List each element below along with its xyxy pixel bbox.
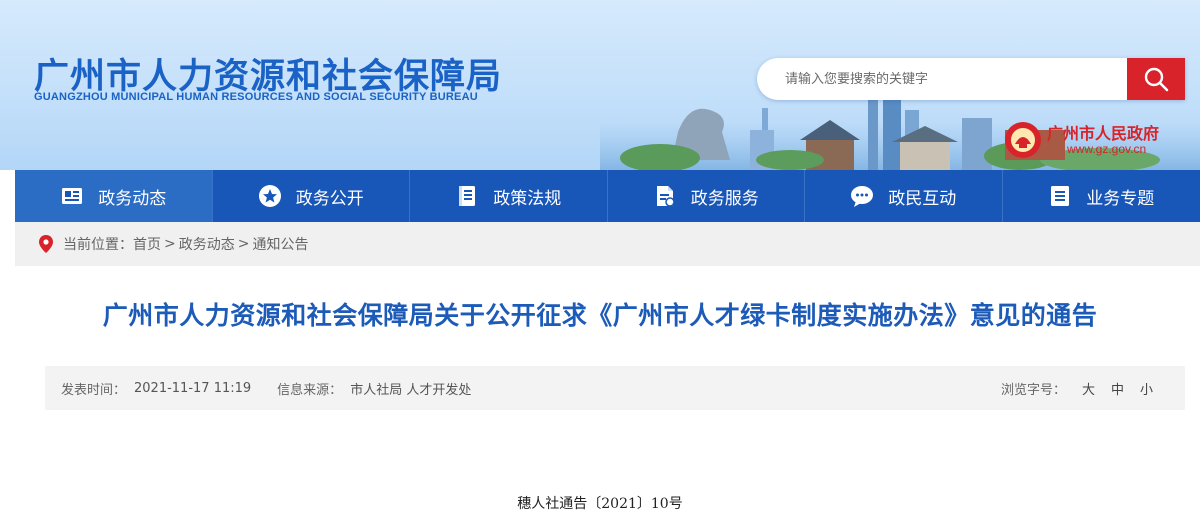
search-box [757, 58, 1185, 100]
article-meta: 发表时间： 2021-11-17 11:19 信息来源： 市人社局 人才开发处 … [45, 366, 1185, 410]
nav-item-interaction[interactable]: 政民互动 [805, 170, 1003, 222]
breadcrumb-separator: > [237, 236, 250, 252]
nav-item-news[interactable]: 政务动态 [15, 170, 213, 222]
nav-item-services[interactable]: 政务服务 [608, 170, 805, 222]
breadcrumb-separator: > [164, 236, 176, 252]
breadcrumb-prefix: 当前位置： [63, 237, 133, 253]
location-pin-icon [39, 235, 53, 253]
nav-label: 政务服务 [690, 188, 759, 209]
breadcrumb-notices[interactable]: 通知公告 [252, 234, 308, 254]
government-emblem-icon [1005, 122, 1041, 158]
search-icon [1144, 67, 1169, 92]
news-icon [62, 188, 83, 204]
nav-label: 政务公开 [295, 188, 364, 209]
gov-url: www.gz.gov.cn [1067, 142, 1147, 156]
font-size-label: 浏览字号： [1000, 382, 1066, 398]
font-size-medium-button[interactable]: 中 [1111, 379, 1124, 398]
nav-label: 政务动态 [98, 188, 167, 209]
star-circle-icon [258, 185, 281, 207]
nav-label: 业务专题 [1086, 188, 1155, 209]
breadcrumb-news[interactable]: 政务动态 [179, 234, 235, 254]
gov-name: 广州市人民政府 [1047, 124, 1160, 143]
document-number: 穗人社通告〔2021〕10号 [517, 496, 683, 512]
document-icon [656, 186, 675, 207]
font-size-control: 浏览字号： 大 中 小 [1001, 366, 1153, 410]
publish-time: 2021-11-17 11:19 [134, 380, 252, 396]
nav-item-disclosure[interactable]: 政务公开 [213, 170, 410, 222]
book-icon [459, 186, 476, 206]
font-size-small-button[interactable]: 小 [1140, 379, 1153, 398]
chat-bubble-icon [851, 186, 874, 207]
site-logo-subtitle: GUANGZHOU MUNICIPAL HUMAN RESOURCES AND … [34, 91, 478, 103]
main-nav: 政务动态 政务公开 政策法规 政务服务 政民互动 业务专题 [15, 170, 1200, 222]
article-title: 广州市人力资源和社会保障局关于公开征求《广州市人才绿卡制度实施办法》意见的通告 [102, 301, 1098, 330]
search-input[interactable] [757, 58, 1127, 100]
breadcrumb-home[interactable]: 首页 [133, 234, 161, 254]
font-size-large-button[interactable]: 大 [1082, 379, 1095, 398]
nav-label: 政民互动 [888, 188, 957, 209]
gz-government-link[interactable]: 广州市人民政府 www.gz.gov.cn [1003, 118, 1193, 162]
source-label: 信息来源： [277, 382, 343, 398]
search-button[interactable] [1127, 58, 1185, 100]
nav-item-topics[interactable]: 业务专题 [1003, 170, 1200, 222]
breadcrumb: 当前位置： 首页 > 政务动态 > 通知公告 [15, 222, 1200, 266]
site-header: 广州市人力资源和社会保障局 GUANGZHOU MUNICIPAL HUMAN … [0, 0, 1200, 170]
source-value: 市人社局 人才开发处 [350, 382, 472, 398]
list-icon [1051, 186, 1070, 206]
nav-item-policy[interactable]: 政策法规 [410, 170, 608, 222]
publish-time-label: 发表时间： [61, 382, 127, 398]
nav-label: 政策法规 [493, 188, 562, 209]
